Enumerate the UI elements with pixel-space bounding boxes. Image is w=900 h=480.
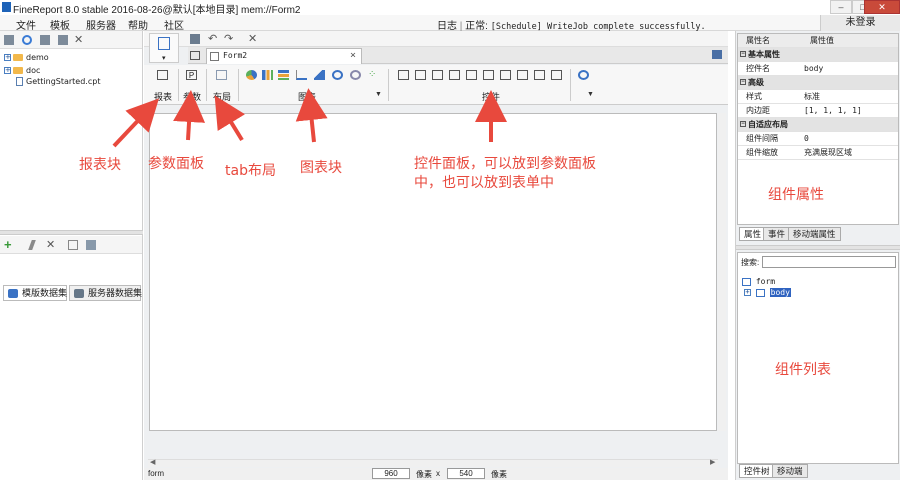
arrow-param-panel (173, 90, 206, 141)
annotation-widget-panel-line1: 控件面板，可以放到参数面板 (414, 156, 596, 172)
annotation-widget-list: 组件列表 (775, 362, 831, 378)
arrow-report-block (112, 98, 159, 148)
annotation-arrows (112, 88, 507, 148)
annotation-chart-block: 图表块 (300, 160, 342, 176)
arrow-tab-layout (214, 95, 246, 142)
annotation-param-panel: 参数面板 (148, 156, 204, 172)
annotation-widget-props: 组件属性 (768, 187, 824, 203)
arrow-chart-block (295, 88, 328, 143)
annotation-tab-layout: tab布局 (225, 163, 276, 179)
annotation-widget-panel-line2: 中，也可以放到表单中 (414, 175, 554, 191)
annotation-report-block: 报表块 (79, 157, 121, 173)
